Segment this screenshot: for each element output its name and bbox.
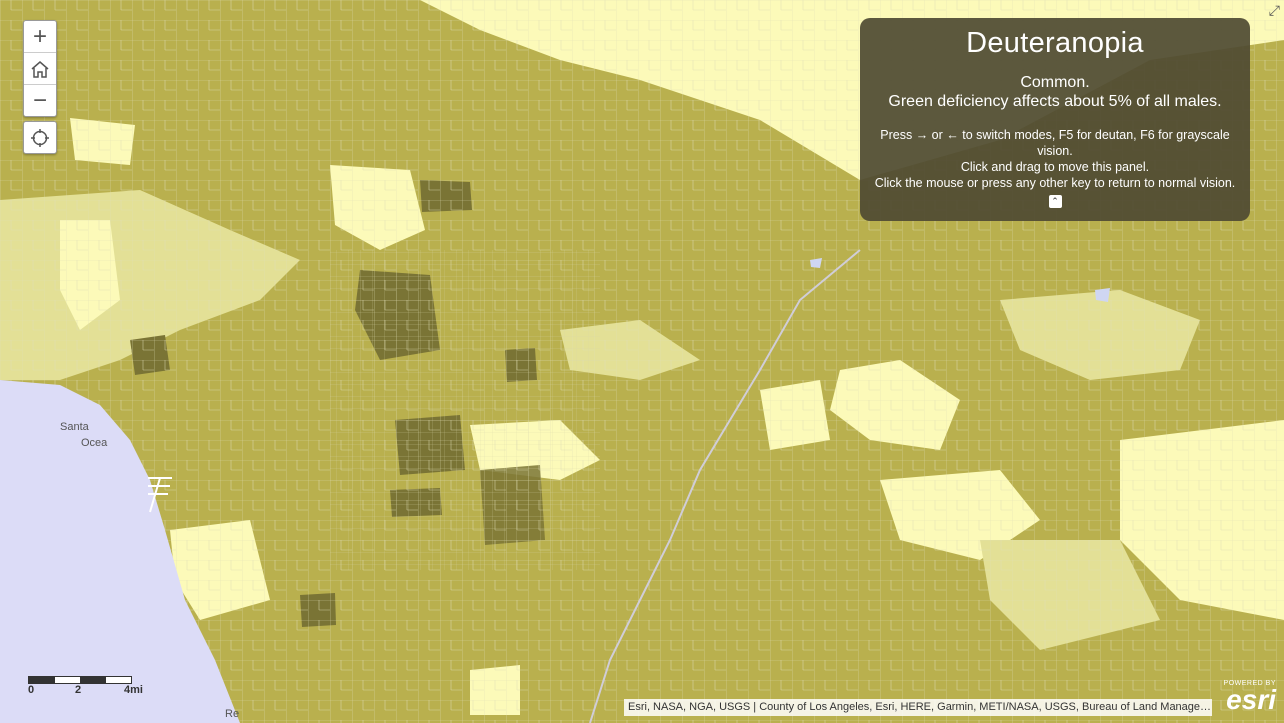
panel-instruction-1: Press → or ← to switch modes, F5 for deu… <box>880 128 1230 158</box>
panel-line1: Common. <box>1020 74 1090 91</box>
collapse-panel-button[interactable]: ⌃ <box>1048 195 1062 208</box>
zoom-out-button[interactable]: − <box>24 85 56 116</box>
tract-grid-dense <box>330 250 600 570</box>
map-label-ocean: Ocea <box>81 437 108 449</box>
panel-instruction-3: Click the mouse or press any other key t… <box>874 176 1236 190</box>
expand-icon[interactable]: ⤢ <box>1269 2 1280 19</box>
panel-line2: Green deficiency affects about 5% of all… <box>888 93 1222 110</box>
scale-label-mid: 2 <box>75 684 82 696</box>
home-button[interactable] <box>24 53 56 85</box>
locate-icon <box>31 128 49 147</box>
scale-bar: 0 2 4mi <box>28 676 143 698</box>
map-label-bottom: Re <box>225 708 240 720</box>
lake-1 <box>1095 288 1110 302</box>
map-label-santa: Santa <box>60 421 89 433</box>
attribution[interactable]: Esri, NASA, NGA, USGS | County of Los An… <box>624 699 1212 716</box>
scale-label-zero: 0 <box>28 684 35 696</box>
simulation-panel[interactable]: Deuteranopia Common. Green deficiency af… <box>860 18 1250 221</box>
scale-bar-segments <box>28 676 132 684</box>
zoom-in-button[interactable]: + <box>24 21 56 53</box>
zoom-controls: + − <box>23 20 57 117</box>
scale-label-end: 4mi <box>124 684 143 696</box>
esri-logo[interactable]: POWERED BY esri <box>1214 680 1276 715</box>
panel-instruction-2: Click and drag to move this panel. <box>960 160 1150 174</box>
esri-wordmark: esri <box>1226 684 1276 715</box>
locate-button[interactable] <box>23 121 57 154</box>
panel-title: Deuteranopia <box>966 27 1144 59</box>
home-icon <box>31 60 49 78</box>
panel-instructions: Press → or ← to switch modes, F5 for deu… <box>860 127 1250 191</box>
panel-description: Common. Green deficiency affects about 5… <box>860 73 1250 111</box>
